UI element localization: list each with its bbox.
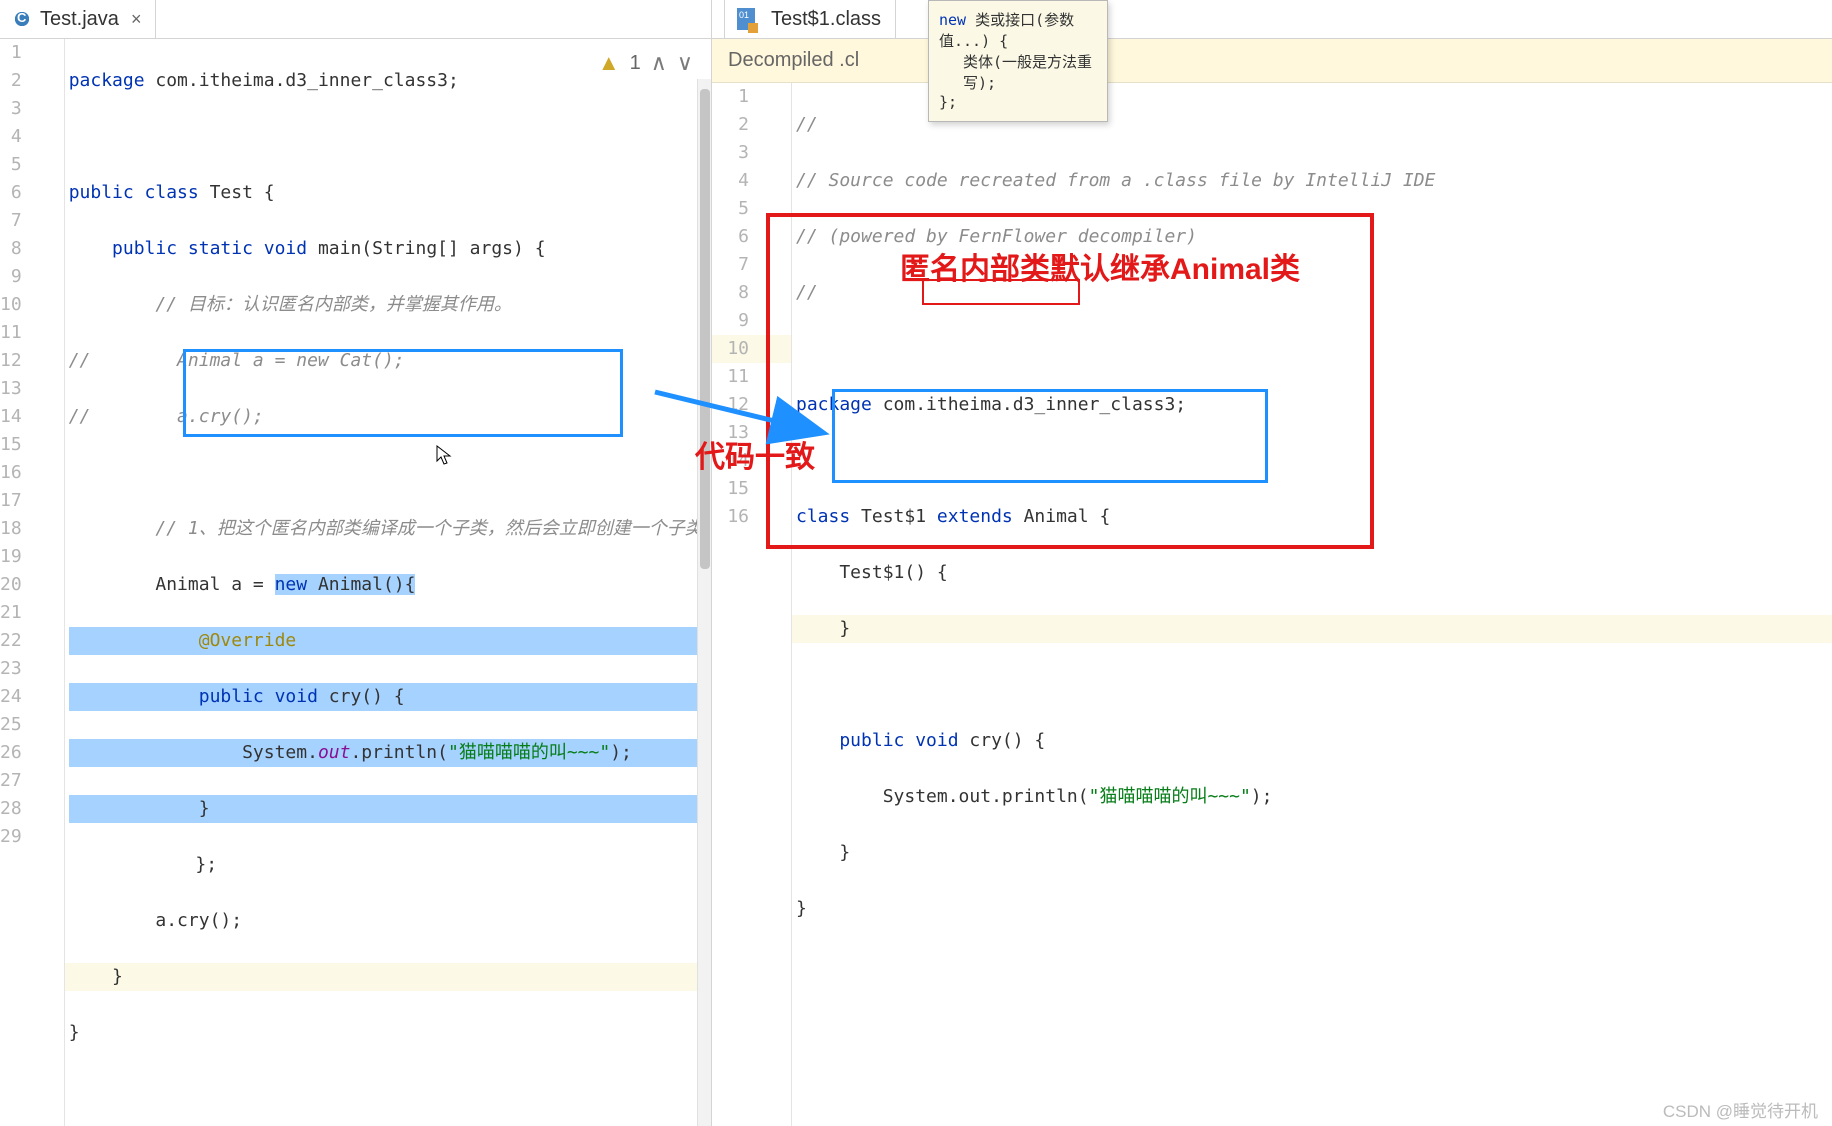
tab-test-java[interactable]: Test.java ×: [0, 0, 156, 38]
line-number: 3: [0, 95, 64, 123]
line-number: 18: [0, 515, 64, 543]
line-number: 15: [0, 431, 64, 459]
line-number: 13: [712, 419, 791, 447]
line-number: 5: [712, 195, 791, 223]
right-gutter: 1 2 3 4 5 6 7 8 9 10 11 12 13 14 15 16: [712, 83, 792, 1126]
left-code-area[interactable]: package com.itheima.d3_inner_class3; pub…: [65, 39, 711, 1126]
right-tabbar: Test$1.class: [712, 0, 1832, 39]
line-number: 26: [0, 739, 64, 767]
line-number: 25: [0, 711, 64, 739]
line-number: 12: [0, 347, 64, 375]
line-number: 16: [0, 459, 64, 487]
line-number: 24: [0, 683, 64, 711]
line-number: 7: [0, 207, 64, 235]
close-icon[interactable]: ×: [131, 9, 142, 30]
line-number: 29: [0, 823, 64, 851]
line-number: 8: [0, 235, 64, 263]
line-number: 27: [0, 767, 64, 795]
line-number: 5: [0, 151, 64, 179]
line-number: 11: [0, 319, 64, 347]
annotation-box-outer: [766, 213, 1374, 549]
line-number: 23: [0, 655, 64, 683]
line-number: 19: [0, 543, 64, 571]
hint-text: 类体(一般是方法重写);: [939, 51, 1097, 93]
line-number: 7: [712, 251, 791, 279]
line-number: 10: [712, 335, 791, 363]
watermark: CSDN @睡觉待开机: [1663, 1097, 1818, 1122]
mouse-cursor-icon: [436, 445, 452, 467]
bytecode-file-icon: [737, 8, 755, 30]
tab-label: Test$1.class: [771, 8, 881, 31]
line-number: 12: [712, 391, 791, 419]
line-number: 10: [0, 291, 64, 319]
line-number: 20: [0, 571, 64, 599]
line-number: 8: [712, 279, 791, 307]
right-code-area[interactable]: // // Source code recreated from a .clas…: [792, 83, 1832, 1126]
line-number: 4: [712, 167, 791, 195]
line-number: 9: [0, 263, 64, 291]
line-number: 13: [0, 375, 64, 403]
line-number: 2: [0, 67, 64, 95]
line-number: 28: [0, 795, 64, 823]
right-editor[interactable]: 1 2 3 4 5 6 7 8 9 10 11 12 13 14 15 16 /…: [712, 83, 1832, 1126]
decompiled-banner: Decompiled .cl: [712, 39, 1832, 83]
left-scrollbar[interactable]: [697, 79, 711, 1126]
banner-text: Decompiled .cl: [728, 49, 859, 72]
line-number: 4: [0, 123, 64, 151]
left-editor[interactable]: 1 2 3 4 5 6 7 8 9 10 11 12 13 14 15 16 1…: [0, 39, 711, 1126]
tab-test1-class[interactable]: Test$1.class: [724, 0, 896, 38]
line-number: 16: [712, 503, 791, 531]
line-number: 2: [712, 111, 791, 139]
line-number: 21: [0, 599, 64, 627]
left-tabbar: Test.java ×: [0, 0, 711, 39]
line-number: 11: [712, 363, 791, 391]
line-number: 6: [0, 179, 64, 207]
tab-label: Test.java: [40, 8, 119, 31]
line-number: 9: [712, 307, 791, 335]
line-number: 14: [0, 403, 64, 431]
right-editor-pane: Test$1.class Decompiled .cl 1 2 3 4 5 6 …: [712, 0, 1832, 1126]
line-number: 14: [712, 447, 791, 475]
line-number: 15: [712, 475, 791, 503]
hint-text: };: [939, 93, 1097, 111]
line-number: 1: [0, 39, 64, 67]
left-gutter: 1 2 3 4 5 6 7 8 9 10 11 12 13 14 15 16 1…: [0, 39, 65, 1126]
line-number: 6: [712, 223, 791, 251]
hint-keyword: new: [939, 11, 966, 29]
line-number: 3: [712, 139, 791, 167]
line-number: 22: [0, 627, 64, 655]
left-editor-pane: Test.java × ▲ 1 ∧ ∨ 1 2 3 4 5 6 7 8 9 10…: [0, 0, 712, 1126]
line-number: 1: [712, 83, 791, 111]
line-number: 17: [0, 487, 64, 515]
class-file-icon: [12, 9, 32, 29]
code-hint-popup: new 类或接口(参数值...) { 类体(一般是方法重写); };: [928, 0, 1108, 122]
